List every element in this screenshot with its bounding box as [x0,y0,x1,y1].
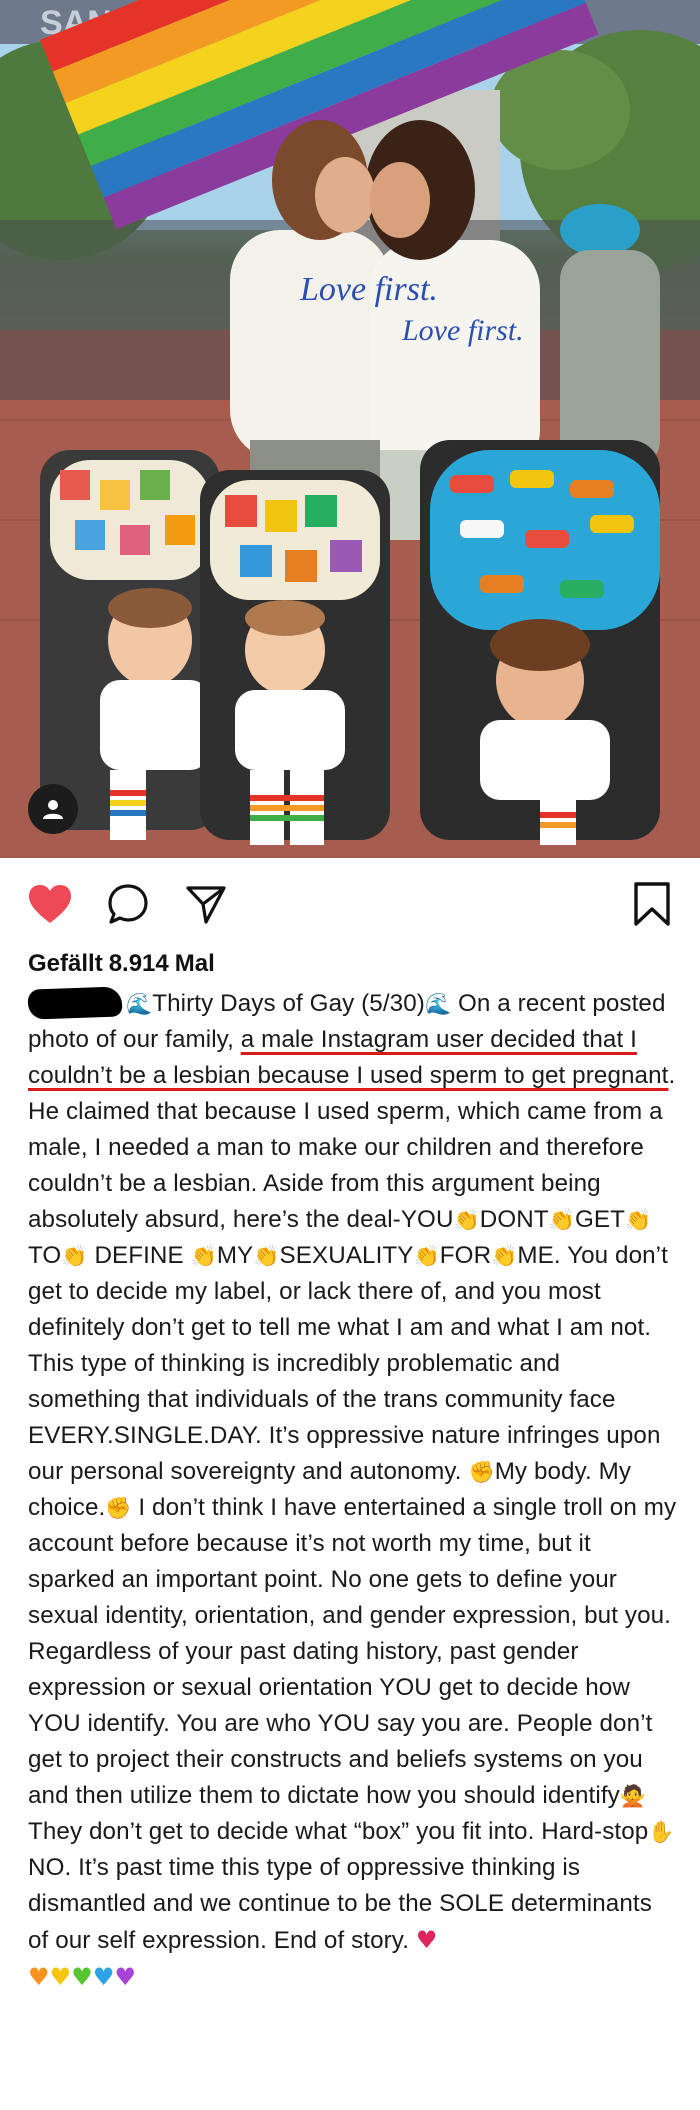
post-action-bar [0,858,700,948]
heart-filled-icon [29,885,71,923]
comment-button[interactable] [104,880,152,928]
clap-icon: 👏 [625,1208,652,1232]
clap-icon: 👏 [413,1244,440,1268]
photo-illustration: SAN FRANCISCO PRIDE [0,0,700,858]
shirt-text-left: Love first. [299,271,438,308]
wave-icon: 🌊 [126,992,153,1016]
clap-icon: 👏 [453,1208,480,1232]
wave-icon: 🌊 [424,992,452,1016]
caption-word: MY [216,1242,254,1269]
like-button[interactable] [26,880,74,928]
clap-icon: 👏 [253,1244,280,1268]
caption-word: DONT [479,1206,549,1233]
bookmark-icon [634,882,670,926]
save-button[interactable] [628,880,676,928]
red-heart-icon: ♥ [415,1926,438,1954]
woman-gesturing-no-icon: 🙅 [619,1784,647,1808]
raised-hand-icon: ✋ [648,1820,675,1844]
clap-icon: 👏 [491,1244,518,1268]
tagged-user-button[interactable] [28,784,78,834]
share-button[interactable] [182,880,230,928]
likes-label: Gefällt [28,950,103,977]
purple-heart-icon: ♥ [114,1963,137,1991]
clap-icon: 👏 [190,1244,217,1268]
caption-word: FOR [439,1242,492,1269]
fist-icon: ✊ [105,1496,132,1520]
caption-word: DEFINE [94,1242,184,1269]
likes-number: 8.914 [108,950,169,977]
caption-text: I don’t think I have entertained a singl… [28,1494,677,1809]
orange-heart-icon: ♥ [28,1963,50,1991]
redacted-username [27,986,123,1020]
caption-word: GET [574,1206,626,1233]
post-photo[interactable]: SAN FRANCISCO PRIDE [0,0,700,858]
clap-icon: 👏 [61,1244,88,1268]
user-icon [43,800,63,819]
green-heart-icon: ♥ [71,1963,93,1991]
caption-word: ME. [517,1242,561,1269]
caption-text: You don’t get to decide my label, or lac… [28,1242,668,1485]
post-caption: 🌊Thirty Days of Gay (5/30)🌊 On a recent … [27,986,678,1996]
shirt-text-right: Love first. [401,314,524,347]
fist-icon: ✊ [468,1460,495,1484]
caption-text: NO. It’s past time this type of oppressi… [28,1854,652,1954]
caption-text: They don’t get to decide what “box” you … [28,1818,649,1845]
caption-word: TO [28,1242,62,1269]
yellow-heart-icon: ♥ [49,1963,72,1991]
blue-heart-icon: ♥ [92,1963,115,1991]
likes-suffix: Mal [174,950,215,977]
caption-word: SEXUALITY [279,1242,414,1269]
likes-count[interactable]: Gefällt 8.914 Mal [28,950,215,978]
caption-heading: Thirty Days of Gay (5/30) [152,990,425,1017]
send-icon [186,886,226,924]
comment-icon [108,884,148,924]
clap-icon: 👏 [548,1208,575,1232]
